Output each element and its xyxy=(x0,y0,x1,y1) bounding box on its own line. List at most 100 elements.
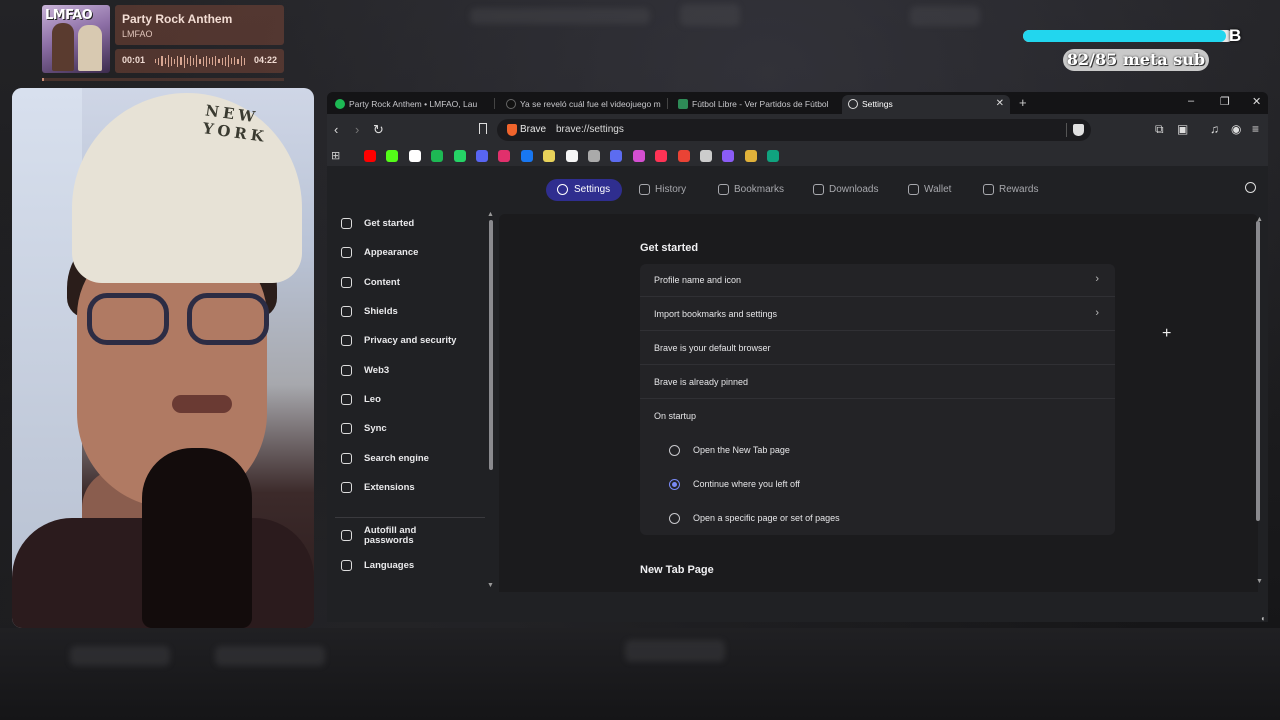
site-multi-icon[interactable] xyxy=(632,150,645,162)
sidebar-item-search-engine[interactable]: Search engine xyxy=(339,449,429,469)
tab-tiktok[interactable]: Ya se reveló cuál fue el videojuego m xyxy=(500,95,662,114)
extensions-icon[interactable]: ⧉ xyxy=(1155,122,1164,137)
site-gray-icon[interactable] xyxy=(700,150,712,162)
sidebar-item-label: Appearance xyxy=(364,247,419,258)
bookmark-page-icon[interactable] xyxy=(479,123,487,134)
sidebar-item-languages[interactable]: Languages xyxy=(339,556,414,576)
sidebar-item-leo[interactable]: Leo xyxy=(339,390,381,410)
facebook-icon[interactable] xyxy=(520,150,533,162)
sidebar-scroll-up[interactable]: ▲ xyxy=(487,211,494,218)
sub-goal-label: 82/85 meta sub xyxy=(1063,49,1209,71)
webcam-cap: NEW YORK xyxy=(72,93,302,283)
apps-grid-icon[interactable]: ⊞ xyxy=(331,149,340,162)
sidebar-item-content[interactable]: Content xyxy=(339,273,400,293)
wallet-icon xyxy=(341,365,352,376)
sidebar-item-web3[interactable]: Web3 xyxy=(339,361,389,381)
content-scrollbar[interactable] xyxy=(1256,221,1260,521)
sidebar-item-autofill-and-passwords[interactable]: Autofill and passwords xyxy=(339,526,429,546)
site-blue-icon[interactable] xyxy=(610,150,623,162)
settings-row-import-bookmarks-and-settings[interactable]: Import bookmarks and settings › xyxy=(640,298,1115,331)
back-button[interactable]: ‹ xyxy=(334,123,338,136)
new-tab-button[interactable]: + xyxy=(1019,95,1027,110)
kick-icon[interactable] xyxy=(386,150,399,162)
restore-button[interactable]: ❐ xyxy=(1220,95,1230,108)
nav-downloads[interactable]: Downloads xyxy=(813,179,878,201)
x-icon[interactable] xyxy=(408,150,421,162)
wallet-icon[interactable]: ▣ xyxy=(1177,122,1188,136)
languages-icon xyxy=(341,560,352,571)
tab-spotify[interactable]: Party Rock Anthem • LMFAO, Lau xyxy=(329,95,489,114)
sub-goal-bar xyxy=(1023,30,1233,42)
startup-radio[interactable] xyxy=(669,479,680,490)
close-tab-icon[interactable]: ✕ xyxy=(996,95,1004,113)
gear-icon xyxy=(848,99,858,109)
nav-settings[interactable]: Settings xyxy=(546,179,623,201)
tab-settings[interactable]: Settings ✕ xyxy=(842,95,1010,114)
content-icon xyxy=(341,277,352,288)
startup-radio[interactable] xyxy=(669,445,680,456)
chrome-icon[interactable] xyxy=(677,150,690,162)
youtube-icon[interactable] xyxy=(364,150,376,162)
sidebar-item-appearance[interactable]: Appearance xyxy=(339,243,418,263)
sidebar-item-extensions[interactable]: Extensions xyxy=(339,478,415,498)
wallet-icon xyxy=(908,184,919,195)
get-started-card: Profile name and icon › Import bookmarks a… xyxy=(640,264,1115,535)
search-icon[interactable] xyxy=(1245,182,1256,193)
startup-option-label[interactable]: Open the New Tab page xyxy=(693,445,790,455)
tab-divider xyxy=(494,98,495,109)
music-icon[interactable]: ♫ xyxy=(1210,122,1219,136)
chevron-right-icon: › xyxy=(1095,273,1099,285)
discord-icon[interactable] xyxy=(476,150,488,162)
site-purple-icon[interactable] xyxy=(722,150,735,162)
tab-label: Fútbol Libre - Ver Partidos de Fútbol xyxy=(692,99,829,109)
vpn-icon[interactable]: ◉ xyxy=(1231,122,1241,136)
track-info: Party Rock Anthem LMFAO xyxy=(115,5,284,45)
background-blur xyxy=(70,646,170,666)
tab-strip: Party Rock Anthem • LMFAO, Lau Ya se rev… xyxy=(327,92,1268,114)
nav-history[interactable]: History xyxy=(639,179,686,201)
sidebar-scrollbar[interactable] xyxy=(489,220,493,470)
nav-wallet[interactable]: Wallet xyxy=(908,179,951,201)
spotify-icon[interactable] xyxy=(431,150,444,162)
minimize-button[interactable]: – xyxy=(1188,95,1194,107)
whatsapp-icon[interactable] xyxy=(453,150,466,162)
reload-button[interactable]: ↻ xyxy=(373,123,384,136)
sidebar-item-shields[interactable]: Shields xyxy=(339,302,398,322)
browser-window: Party Rock Anthem • LMFAO, Lau Ya se rev… xyxy=(327,92,1268,622)
nav-bookmarks[interactable]: Bookmarks xyxy=(718,179,784,201)
sidebar-item-sync[interactable]: Sync xyxy=(339,419,387,439)
track-title: Party Rock Anthem xyxy=(122,12,233,26)
track-artist: LMFAO xyxy=(122,29,153,39)
bookmark-yellow-icon[interactable] xyxy=(543,150,556,162)
sidebar-item-privacy-and-security[interactable]: Privacy and security xyxy=(339,331,456,351)
startup-option-label[interactable]: Open a specific page or set of pages xyxy=(693,513,840,523)
close-window-button[interactable]: ✕ xyxy=(1252,95,1261,108)
bolt-icon[interactable] xyxy=(655,150,668,162)
brave-shields-icon[interactable] xyxy=(1073,124,1084,136)
amazon-icon[interactable] xyxy=(565,150,578,162)
settings-row-brave-is-already-pinned: Brave is already pinned xyxy=(640,366,1115,399)
address-bar[interactable]: Brave brave://settings xyxy=(497,119,1091,141)
startup-option-label[interactable]: Continue where you left off xyxy=(693,479,800,489)
url-text[interactable]: brave://settings xyxy=(556,124,624,135)
cookie-icon[interactable] xyxy=(744,150,757,162)
microphone xyxy=(142,448,252,628)
nav-rewards[interactable]: Rewards xyxy=(983,179,1038,201)
site-green-icon[interactable] xyxy=(767,150,780,162)
section-title: Get started xyxy=(640,242,699,254)
track-timeline: 00:01 04:22 xyxy=(115,49,284,73)
sidebar-divider xyxy=(335,517,485,518)
album-figure xyxy=(52,23,74,71)
sidebar-item-get-started[interactable]: Get started xyxy=(339,214,414,234)
startup-radio[interactable] xyxy=(669,513,680,524)
tab-futbol-libre[interactable]: Fútbol Libre - Ver Partidos de Fútbol xyxy=(672,95,832,114)
menu-icon[interactable]: ≡ xyxy=(1252,122,1259,136)
settings-row-profile-name-and-icon[interactable]: Profile name and icon › xyxy=(640,264,1115,297)
forward-button[interactable]: › xyxy=(355,123,359,136)
sidebar-item-label: Languages xyxy=(364,560,415,571)
chatgpt-icon[interactable] xyxy=(588,150,600,162)
content-scroll-down[interactable]: ▼ xyxy=(1256,578,1263,585)
sidebar-scroll-down[interactable]: ▼ xyxy=(487,582,494,589)
instagram-icon[interactable] xyxy=(498,150,511,162)
puzzle-icon xyxy=(341,482,352,493)
